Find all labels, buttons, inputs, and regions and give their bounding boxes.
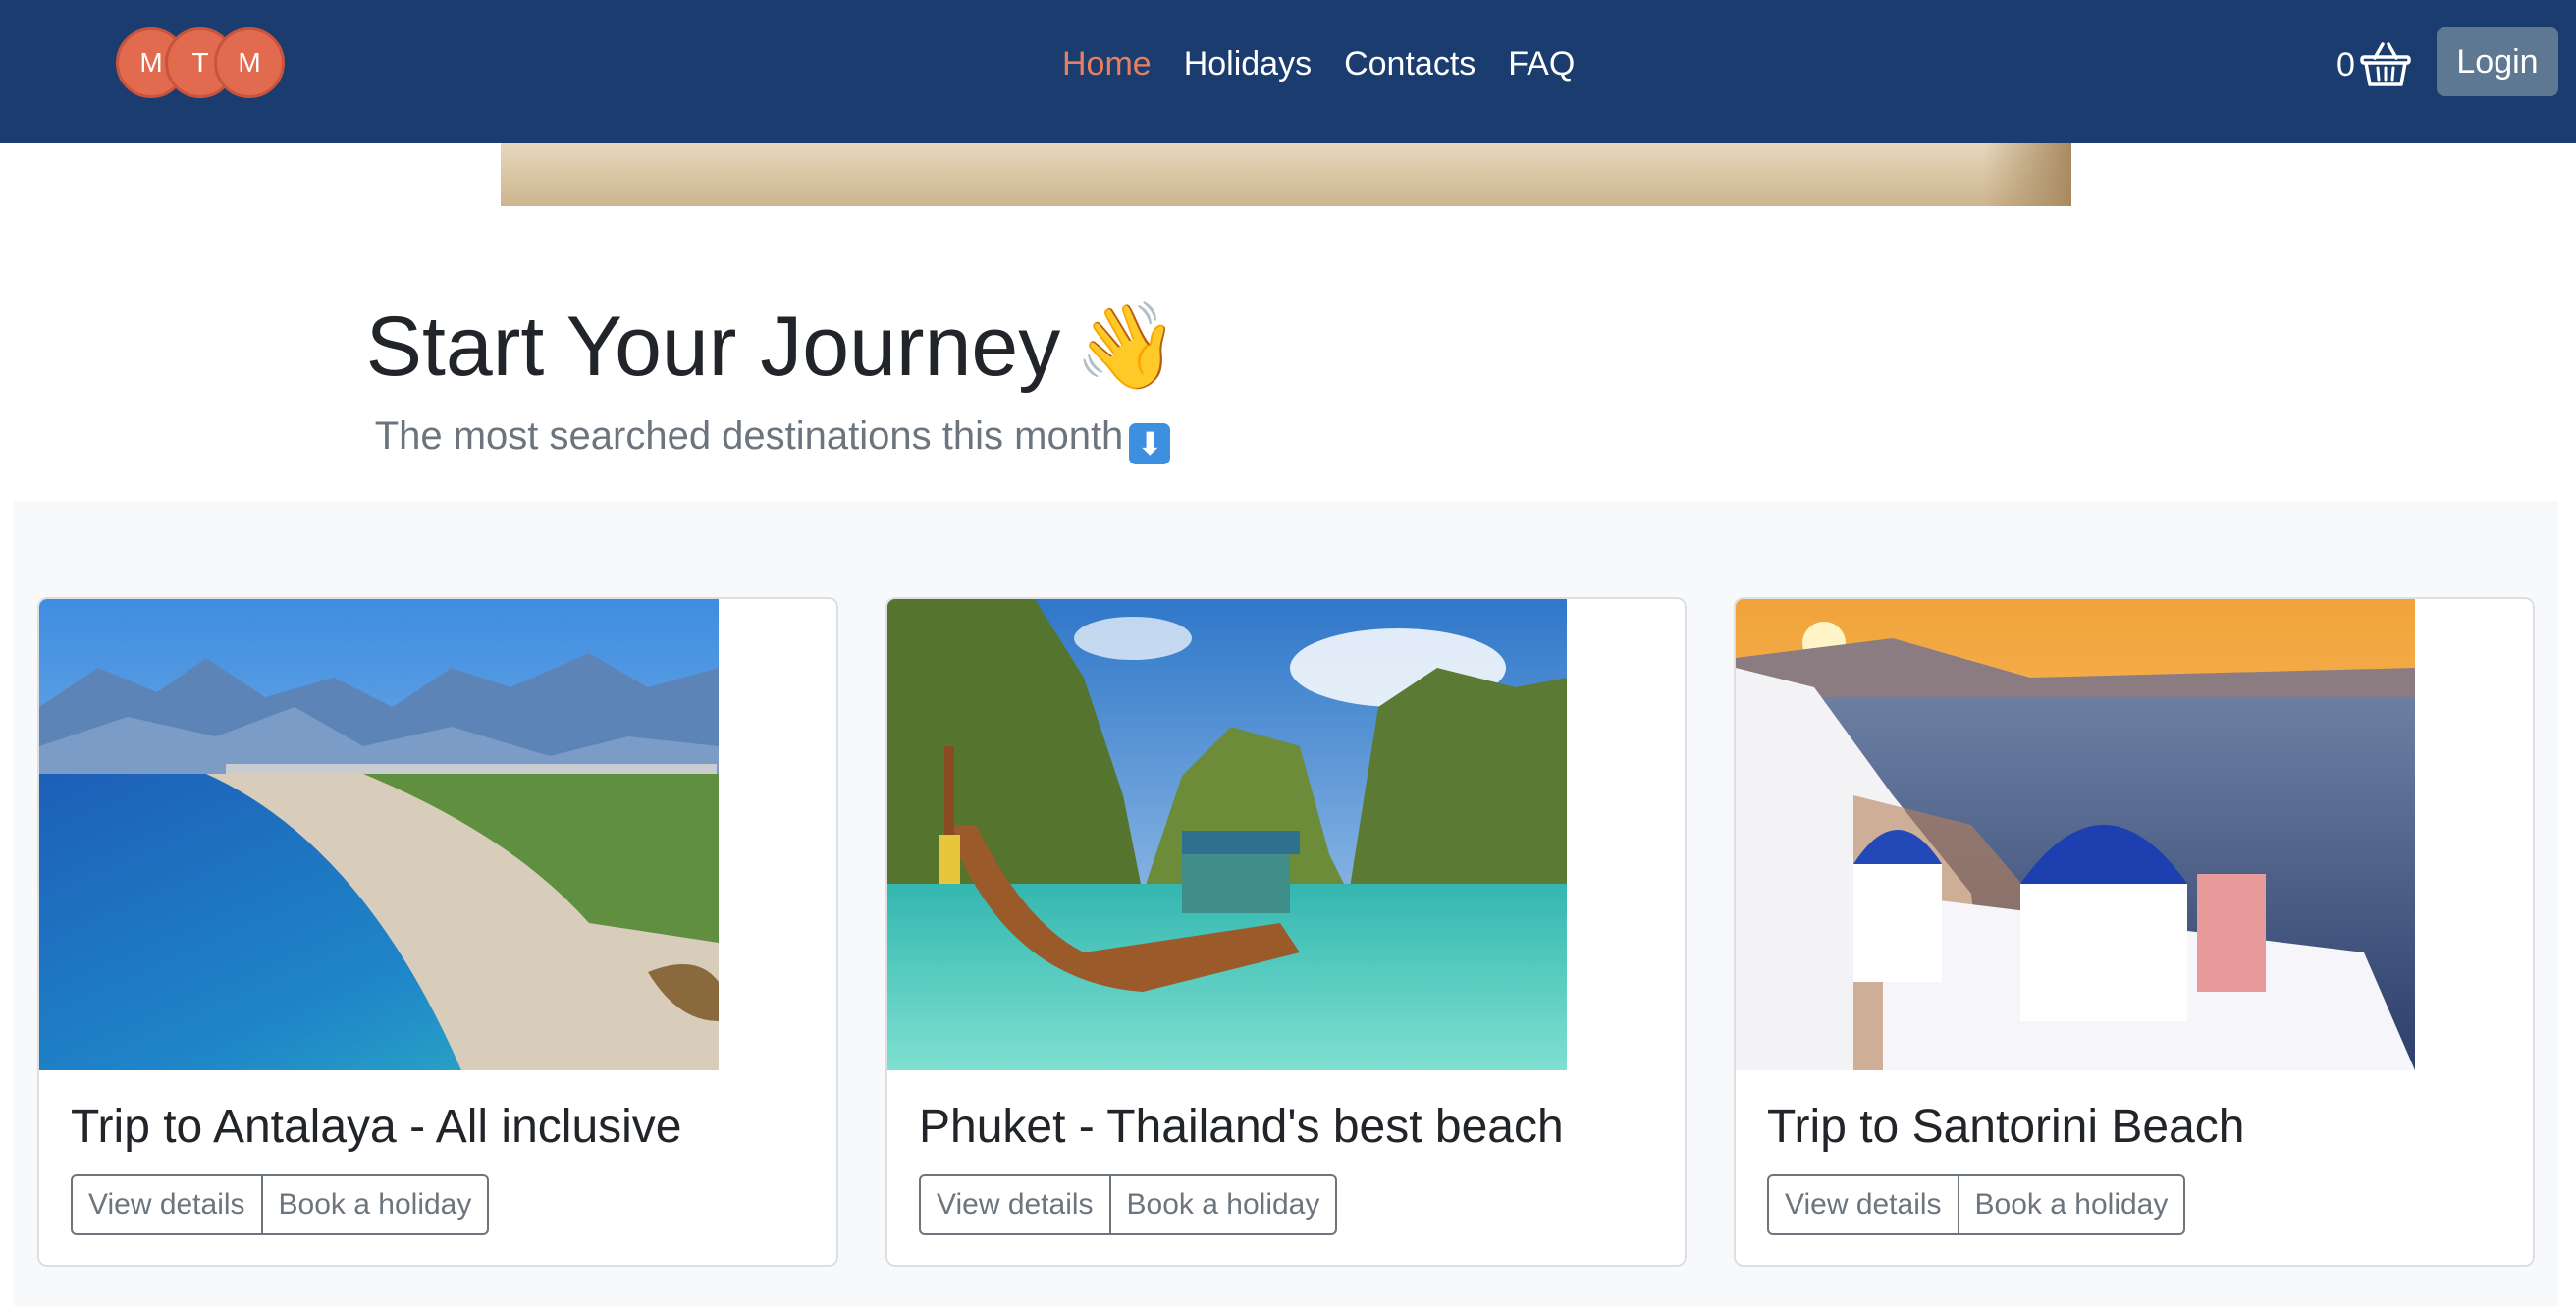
nav-home[interactable]: Home <box>1062 45 1152 83</box>
login-button[interactable]: Login <box>2437 27 2558 96</box>
destination-card-phuket: Phuket - Thailand's best beach View deta… <box>886 597 1687 1267</box>
waving-hand-icon: 👋 <box>1074 299 1180 394</box>
navbar: M T M Home Holidays Contacts FAQ 0 Login <box>0 0 2576 143</box>
destination-card-santorini: Trip to Santorini Beach View details Boo… <box>1734 597 2535 1267</box>
page-title-text: Start Your Journey <box>365 299 1061 394</box>
hero-banner-image <box>501 143 2071 206</box>
card-title: Trip to Santorini Beach <box>1767 1101 2245 1153</box>
santorini-image[interactable] <box>1736 599 2415 1070</box>
book-holiday-button[interactable]: Book a holiday <box>1959 1174 2186 1235</box>
down-arrow-icon: ⬇ <box>1129 423 1171 464</box>
card-title: Phuket - Thailand's best beach <box>919 1101 1564 1153</box>
view-details-button[interactable]: View details <box>919 1174 1111 1235</box>
card-title: Trip to Antalaya - All inclusive <box>71 1101 682 1153</box>
brand-logo[interactable]: M T M <box>116 27 288 98</box>
nav-holidays[interactable]: Holidays <box>1184 45 1312 83</box>
destinations-section: Trip to Antalaya - All inclusive View de… <box>14 501 2558 1306</box>
main-nav: Home Holidays Contacts FAQ <box>1062 39 1575 88</box>
view-details-button[interactable]: View details <box>1767 1174 1959 1235</box>
card-button-group: View details Book a holiday <box>71 1174 490 1235</box>
nav-contacts[interactable]: Contacts <box>1344 45 1476 83</box>
card-button-group: View details Book a holiday <box>1767 1174 2186 1235</box>
book-holiday-button[interactable]: Book a holiday <box>1110 1174 1338 1235</box>
basket-icon <box>2360 42 2411 86</box>
page-subtitle: The most searched destinations this mont… <box>0 414 1545 464</box>
page-title: Start Your Journey 👋 <box>0 297 1545 396</box>
destination-card-antalya: Trip to Antalaya - All inclusive View de… <box>37 597 838 1267</box>
book-holiday-button[interactable]: Book a holiday <box>262 1174 490 1235</box>
cart-button[interactable]: 0 <box>2336 37 2412 92</box>
nav-faq[interactable]: FAQ <box>1508 45 1575 83</box>
page-subtitle-text: The most searched destinations this mont… <box>374 414 1124 458</box>
logo-letter-3: M <box>214 27 285 98</box>
cart-count: 0 <box>2336 45 2355 83</box>
phuket-beach-image[interactable] <box>887 599 1567 1070</box>
antalya-beach-image[interactable] <box>39 599 719 1070</box>
card-button-group: View details Book a holiday <box>919 1174 1338 1235</box>
view-details-button[interactable]: View details <box>71 1174 263 1235</box>
